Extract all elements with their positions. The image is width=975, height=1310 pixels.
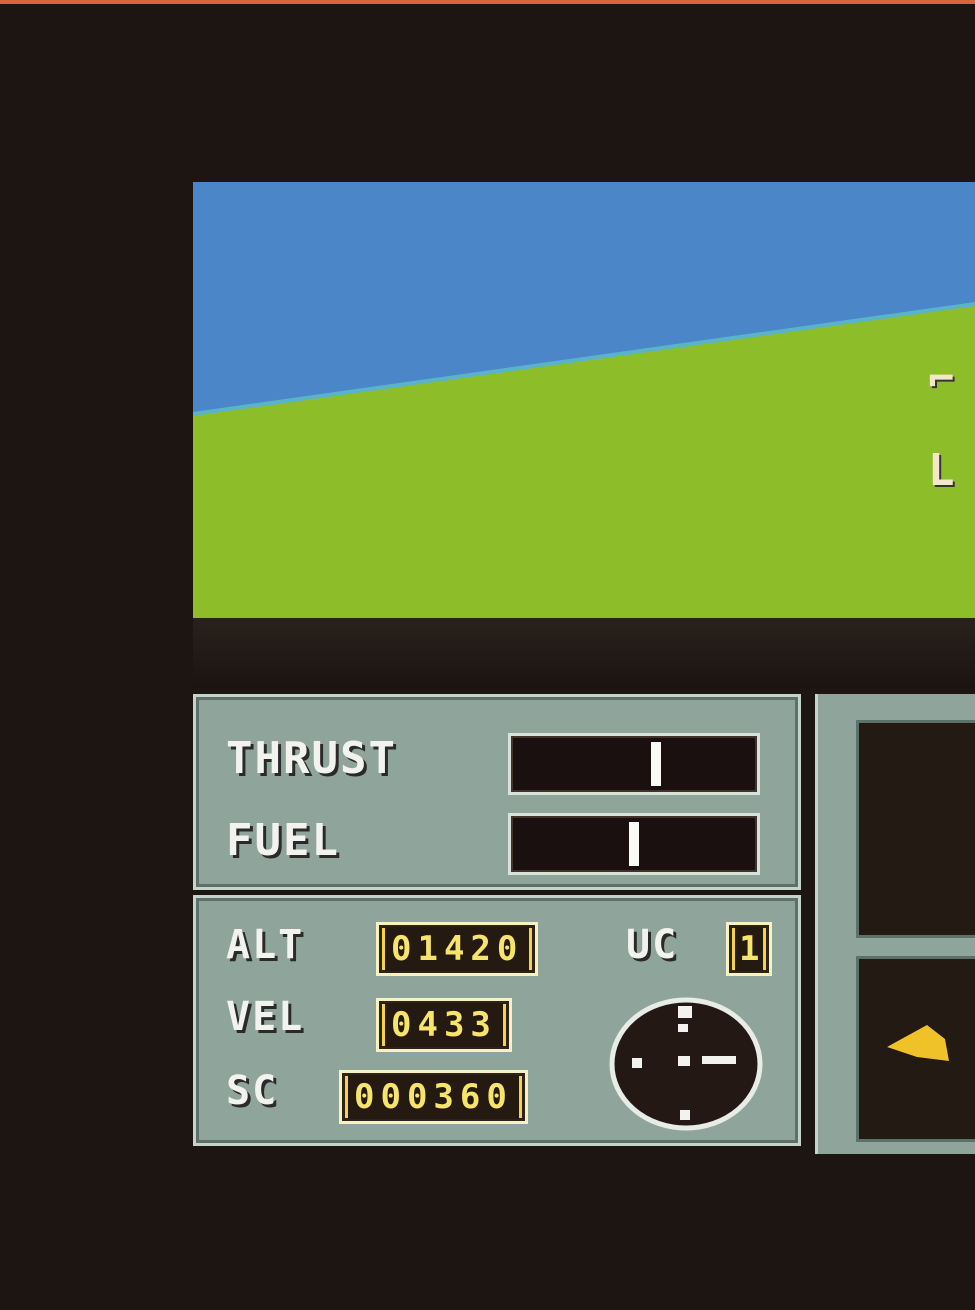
dial-mark-n2 — [678, 1024, 688, 1032]
scanner-screen-top — [856, 720, 975, 938]
vel-readout: 0433 — [376, 998, 512, 1052]
view-mark-top: ⌐ — [928, 354, 955, 405]
photo-edge — [0, 0, 975, 4]
alt-readout: 01420 — [376, 922, 539, 976]
game-screen: ⌐ L THRUST FUEL ALT 01420 UC 1 VEL 0433 … — [0, 0, 975, 1310]
fuel-gauge — [508, 813, 760, 875]
thrust-needle — [651, 742, 661, 786]
horizon-view — [193, 182, 975, 630]
radar-blip-icon — [887, 1025, 949, 1061]
vel-value: 0433 — [385, 1003, 503, 1047]
readout-panel: ALT 01420 UC 1 VEL 0433 SC 000360 — [193, 895, 801, 1146]
cockpit-view — [193, 182, 975, 630]
dial-mark-s — [680, 1110, 690, 1120]
thrust-label: THRUST — [226, 733, 397, 784]
alt-value: 01420 — [385, 927, 530, 971]
sc-readout: 000360 — [339, 1070, 528, 1124]
scanner-screen-bottom — [856, 956, 975, 1142]
uc-label: UC — [626, 922, 679, 968]
gauge-panel: THRUST FUEL — [193, 694, 801, 890]
thrust-gauge — [508, 733, 760, 795]
uc-value: 1 — [735, 927, 764, 971]
fuel-needle — [629, 822, 639, 866]
scanner-panel — [815, 694, 975, 1154]
compass-dial — [609, 997, 763, 1131]
uc-readout: 1 — [726, 922, 773, 976]
view-mark-bottom: L — [928, 445, 955, 496]
fuel-label: FUEL — [226, 815, 340, 866]
dial-mark-w — [632, 1058, 642, 1068]
sc-label: SC — [226, 1068, 279, 1114]
sc-value: 000360 — [348, 1075, 519, 1119]
cockpit-frame — [193, 618, 975, 688]
dial-pointer — [702, 1056, 736, 1064]
vel-label: VEL — [226, 994, 305, 1040]
dial-hub — [678, 1056, 690, 1066]
dial-mark-n — [678, 1006, 692, 1018]
radar-blip — [887, 1025, 949, 1061]
alt-label: ALT — [226, 922, 305, 968]
